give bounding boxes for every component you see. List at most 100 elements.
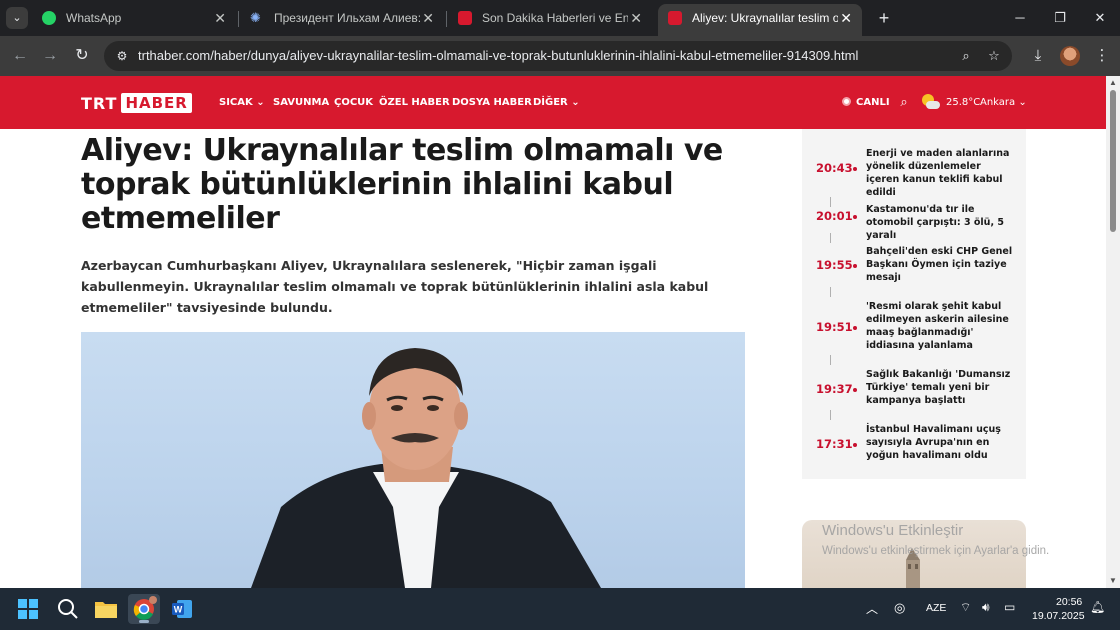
news-title[interactable]: Bahçeli'den eski CHP Genel Başkanı Öymen…	[866, 245, 1016, 284]
article-photo	[81, 332, 745, 588]
windows-logo-icon	[18, 599, 38, 619]
timeline-line	[830, 197, 831, 207]
city-selector[interactable]: Ankara ⌄	[980, 76, 1027, 129]
bullet-dot	[853, 326, 857, 330]
profile-avatar[interactable]	[1060, 46, 1080, 66]
show-hidden-icons-chevron-icon[interactable]: ︿	[866, 600, 878, 617]
live-button[interactable]: CANLI	[842, 76, 890, 129]
news-time: 20:01	[816, 209, 853, 223]
news-time: 19:51	[816, 320, 853, 334]
taskbar-search-button[interactable]	[52, 594, 84, 624]
scroll-down-arrow-icon[interactable]: ▼	[1109, 577, 1117, 585]
zoom-search-icon[interactable]: ⌕	[956, 46, 976, 66]
menu-item-cocuk[interactable]: ÇOCUK	[334, 76, 373, 129]
site-header: TRT HABER SICAK ⌄ SAVUNMA ÇOCUK ÖZEL HAB…	[0, 76, 1106, 129]
activation-watermark-subtitle: Windows'u etkinleştirmek için Ayarlar'a …	[822, 545, 1050, 557]
wifi-icon[interactable]: ⌔	[960, 600, 971, 615]
forward-button[interactable]: →	[38, 44, 62, 68]
chevron-down-icon: ⌄	[571, 97, 580, 108]
menu-item-diger[interactable]: DİĞER ⌄	[533, 76, 580, 129]
tab-divider	[446, 11, 447, 27]
tab-title: Президент Ильхам Алиев: Кар	[274, 11, 420, 25]
language-indicator[interactable]: AZE	[926, 602, 946, 614]
copilot-icon[interactable]: ◎	[894, 600, 905, 616]
close-window-button[interactable]: ✕	[1080, 0, 1120, 36]
timeline-line	[830, 355, 831, 365]
restore-button[interactable]: ❐	[1040, 0, 1080, 36]
news-time: 19:55	[816, 258, 853, 272]
address-bar[interactable]: ⚙ trthaber.com/haber/dunya/aliyev-ukrayn…	[104, 41, 1012, 71]
scroll-up-arrow-icon[interactable]: ▲	[1109, 79, 1117, 87]
tab-aliyev-article[interactable]: Aliyev: Ukraynalılar teslim olmam ✕	[658, 4, 862, 36]
temperature-text: 25.8°C	[946, 97, 981, 108]
notification-bell-icon[interactable]: 🔔︎	[1090, 600, 1105, 614]
word-icon: W	[172, 600, 192, 618]
minimize-button[interactable]: ─	[1000, 0, 1040, 36]
menu-item-sicak[interactable]: SICAK ⌄	[219, 76, 265, 129]
search-icon	[58, 599, 78, 619]
clock-time[interactable]: 20:56	[1056, 596, 1082, 608]
file-explorer-button[interactable]	[90, 594, 122, 624]
bullet-dot	[853, 388, 857, 392]
svg-text:W: W	[174, 605, 183, 615]
folder-icon	[95, 602, 117, 618]
bullet-dot	[853, 167, 857, 171]
clock-date[interactable]: 19.07.2025	[1032, 610, 1085, 622]
news-title[interactable]: İstanbul Havalimanı uçuş sayısıyla Avrup…	[866, 423, 1016, 462]
site-info-icon[interactable]: ⚙	[112, 46, 132, 66]
chevron-down-icon: ⌄	[1018, 97, 1027, 108]
volume-icon[interactable]: 🔊︎	[982, 600, 990, 615]
url-text[interactable]: trthaber.com/haber/dunya/aliyev-ukraynal…	[138, 41, 858, 71]
tab-title: Aliyev: Ukraynalılar teslim olmam	[692, 11, 838, 25]
timeline-line	[830, 233, 831, 243]
tab-president[interactable]: ✺ Президент Ильхам Алиев: Кар ✕	[240, 4, 444, 32]
tab-title: Son Dakika Haberleri ve En Son	[482, 11, 628, 25]
new-tab-button[interactable]: +	[872, 6, 896, 30]
timeline-line	[830, 287, 831, 297]
chevron-down-icon: ⌄	[256, 97, 265, 108]
search-icon[interactable]: ⌕	[896, 93, 912, 111]
word-taskbar-button[interactable]: W	[166, 594, 198, 624]
article-headline: Aliyev: Ukraynalılar teslim olmamalı ve …	[81, 133, 723, 236]
aliyev-portrait-image	[251, 348, 601, 588]
tab-son-dakika[interactable]: Son Dakika Haberleri ve En Son ✕	[448, 4, 652, 32]
browser-toolbar: ← → ↻ ⚙ trthaber.com/haber/dunya/aliyev-…	[0, 36, 1120, 76]
news-title[interactable]: 'Resmi olarak şehit kabul edilmeyen aske…	[866, 300, 1016, 352]
bullet-dot	[853, 215, 857, 219]
windows-start-button[interactable]	[12, 594, 44, 624]
menu-item-dosya-haber[interactable]: DOSYA HABER	[452, 76, 532, 129]
menu-item-savunma[interactable]: SAVUNMA	[273, 76, 329, 129]
close-icon[interactable]: ✕	[214, 4, 226, 32]
trt-icon	[668, 11, 682, 25]
close-icon[interactable]: ✕	[422, 4, 434, 32]
scrollbar-thumb[interactable]	[1110, 90, 1116, 232]
logo-trt-text: TRT	[81, 93, 118, 113]
trt-haber-logo[interactable]: TRT HABER	[81, 92, 192, 114]
close-icon[interactable]: ✕	[840, 4, 852, 32]
weather-partly-sunny-icon	[920, 92, 940, 112]
windows-taskbar: W ︿ ◎ AZE ⌔ 🔊︎ ▭ 20:56 19.07.2025 🔔︎	[0, 588, 1120, 630]
download-icon[interactable]: ⤓	[1026, 44, 1050, 68]
chrome-taskbar-button[interactable]	[128, 594, 160, 624]
tab-whatsapp[interactable]: WhatsApp ✕	[32, 4, 236, 32]
menu-item-ozel-haber[interactable]: ÖZEL HABER	[379, 76, 450, 129]
news-title[interactable]: Kastamonu'da tır ile otomobil çarpıştı: …	[866, 203, 1016, 242]
bullet-dot	[853, 264, 857, 268]
tab-title: WhatsApp	[66, 11, 122, 25]
reload-button[interactable]: ↻	[70, 44, 94, 68]
latest-news-sidebar: 20:43 Enerji ve maden alanlarına yönelik…	[802, 129, 1026, 479]
bookmark-star-icon[interactable]: ☆	[984, 46, 1004, 66]
live-dot-icon	[842, 97, 851, 106]
page-scrollbar[interactable]: ▲ ▼	[1106, 76, 1120, 588]
back-button[interactable]: ←	[8, 44, 32, 68]
news-time: 17:31	[816, 437, 853, 451]
news-time: 20:43	[816, 161, 853, 175]
battery-icon[interactable]: ▭	[1004, 600, 1015, 614]
close-icon[interactable]: ✕	[630, 4, 642, 32]
tab-search-button[interactable]: ⌄	[6, 7, 28, 29]
bullet-dot	[853, 443, 857, 447]
news-title[interactable]: Enerji ve maden alanlarına yönelik düzen…	[866, 147, 1016, 199]
news-time: 19:37	[816, 382, 853, 396]
menu-kebab-icon[interactable]: ⋮	[1090, 44, 1114, 68]
news-title[interactable]: Sağlık Bakanlığı 'Dumansız Türkiye' tema…	[866, 368, 1016, 407]
